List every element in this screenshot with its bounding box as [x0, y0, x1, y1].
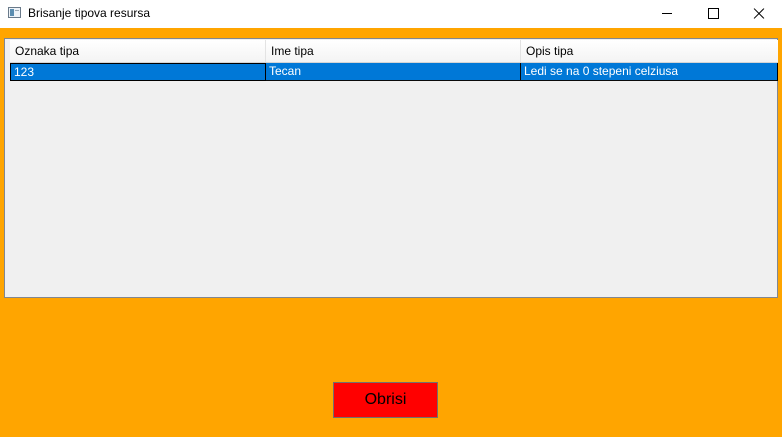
app-window-icon: [8, 7, 21, 18]
title-bar[interactable]: Brisanje tipova resursa: [0, 0, 782, 26]
cell-oznaka[interactable]: 123: [10, 63, 266, 81]
column-header-ime[interactable]: Ime tipa: [266, 40, 521, 62]
close-icon: [753, 7, 765, 19]
grid-content: Oznaka tipa Ime tipa Opis tipa 123 Tecan…: [10, 40, 778, 81]
maximize-icon: [707, 7, 719, 19]
delete-button[interactable]: Obrisi: [333, 382, 438, 418]
minimize-button[interactable]: [644, 0, 690, 26]
window-title: Brisanje tipova resursa: [28, 6, 151, 20]
close-button[interactable]: [736, 0, 782, 26]
app-window: Brisanje tipova resursa Oznaka tipa Ime …: [0, 0, 782, 437]
column-header-oznaka[interactable]: Oznaka tipa: [10, 40, 266, 62]
minimize-icon: [662, 12, 672, 14]
client-area: Oznaka tipa Ime tipa Opis tipa 123 Tecan…: [0, 28, 782, 437]
table-row[interactable]: 123 Tecan Ledi se na 0 stepeni celziusa: [10, 63, 778, 81]
column-header-opis[interactable]: Opis tipa: [521, 40, 778, 62]
cell-ime[interactable]: Tecan: [266, 63, 521, 81]
resource-types-grid[interactable]: Oznaka tipa Ime tipa Opis tipa 123 Tecan…: [4, 38, 778, 298]
maximize-button[interactable]: [690, 0, 736, 26]
cell-opis[interactable]: Ledi se na 0 stepeni celziusa: [521, 63, 778, 81]
grid-header: Oznaka tipa Ime tipa Opis tipa: [10, 40, 778, 63]
